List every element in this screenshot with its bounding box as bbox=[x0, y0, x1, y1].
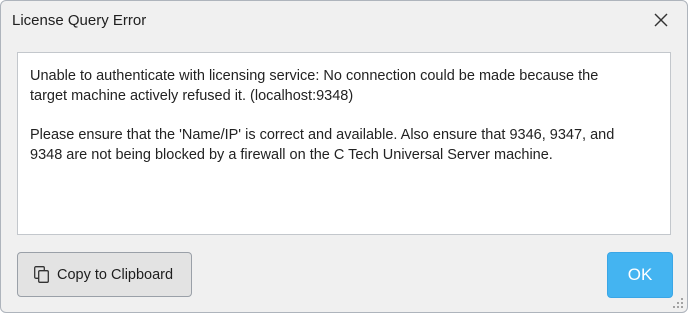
help-message: Please ensure that the 'Name/IP' is corr… bbox=[30, 127, 615, 163]
copy-to-clipboard-button[interactable]: Copy to Clipboard bbox=[17, 252, 192, 297]
copy-icon bbox=[34, 265, 49, 283]
message-box: Unable to authenticate with licensing se… bbox=[17, 52, 671, 235]
close-button[interactable] bbox=[649, 8, 673, 32]
close-icon bbox=[654, 13, 668, 27]
ok-button[interactable]: OK bbox=[607, 252, 673, 298]
license-query-error-dialog: License Query Error Unable to authentica… bbox=[0, 0, 688, 313]
resize-grip-icon[interactable] bbox=[672, 297, 684, 309]
copy-button-label: Copy to Clipboard bbox=[57, 266, 174, 283]
dialog-title: License Query Error bbox=[12, 12, 147, 29]
error-message: Unable to authenticate with licensing se… bbox=[30, 68, 599, 104]
